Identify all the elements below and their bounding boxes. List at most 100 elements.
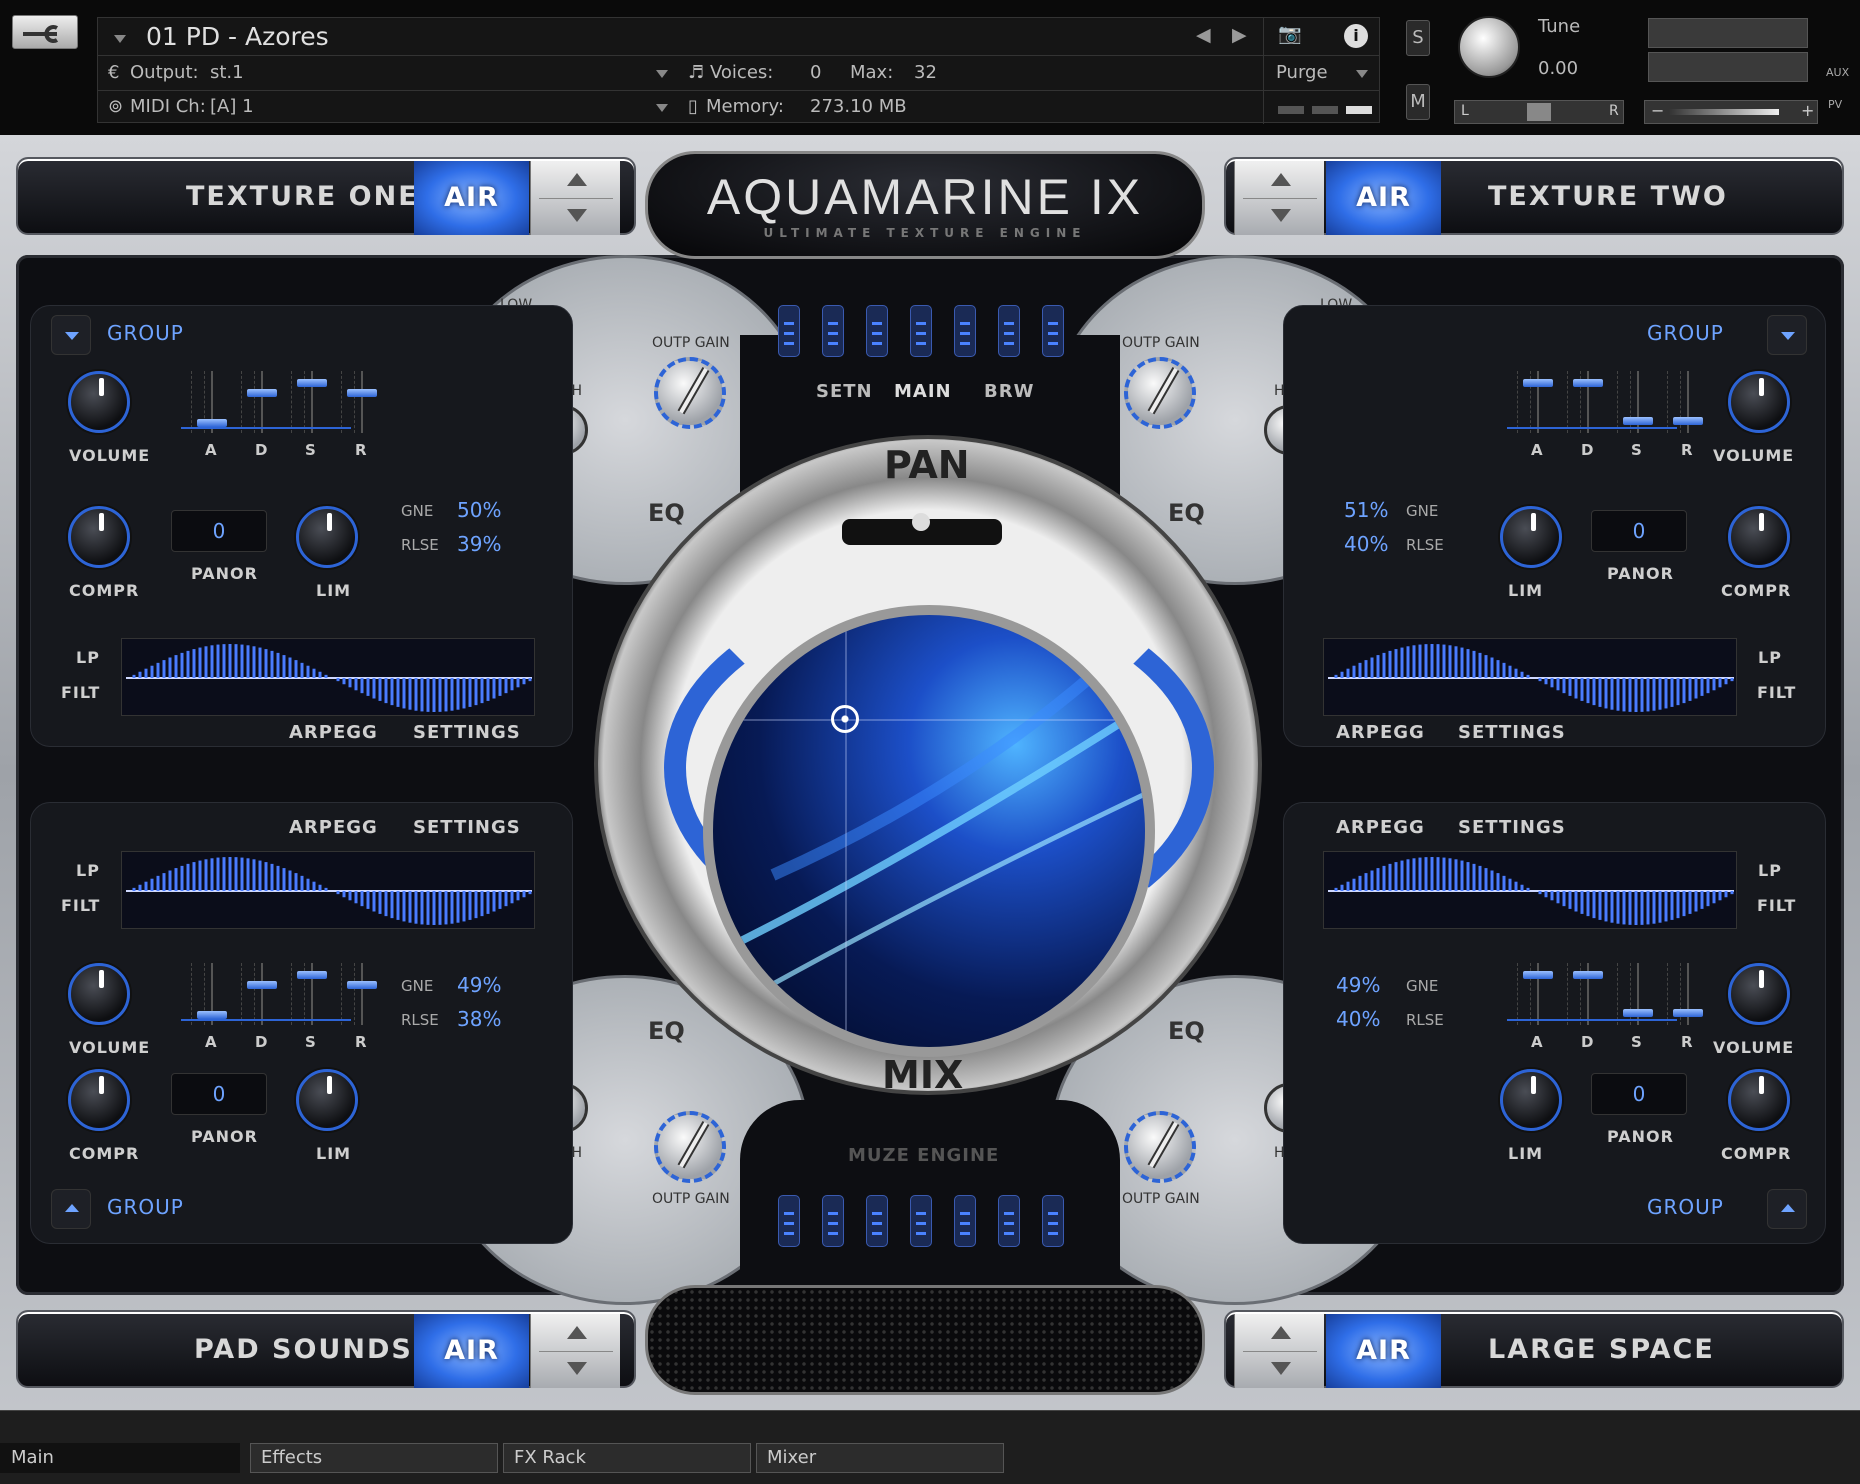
group-expand-icon[interactable]	[1767, 315, 1807, 355]
adsr-sliders[interactable]	[181, 963, 377, 1025]
filter-display[interactable]	[121, 851, 535, 929]
adsr-slider-cap[interactable]	[297, 379, 327, 387]
filter-display[interactable]	[1323, 851, 1737, 929]
tab-main[interactable]: Main	[0, 1443, 240, 1473]
tab-mixer[interactable]: Mixer	[756, 1443, 1004, 1473]
pan-slider-handle[interactable]	[912, 513, 930, 531]
camera-icon[interactable]: 📷	[1278, 22, 1302, 45]
adsr-slider-cap[interactable]	[1573, 971, 1603, 979]
air-button-bottom-left[interactable]: AIR	[414, 1314, 529, 1388]
instrument-name[interactable]: 01 PD - Azores	[146, 22, 329, 51]
volume-knob[interactable]	[68, 371, 130, 433]
brw-button[interactable]: BRW	[984, 381, 1034, 402]
group-collapse-icon[interactable]	[51, 1189, 91, 1229]
wrench-icon[interactable]	[12, 15, 78, 49]
adsr-slider-cap[interactable]	[197, 419, 227, 427]
adsr-slider-cap[interactable]	[1673, 1009, 1703, 1017]
outp-gain-knob[interactable]	[1124, 1111, 1196, 1183]
next-instrument-icon[interactable]: ▶	[1232, 24, 1247, 46]
compr-knob[interactable]	[1728, 506, 1790, 568]
outp-gain-knob[interactable]	[654, 1111, 726, 1183]
xy-crosshair-point[interactable]	[831, 705, 859, 733]
panor-display[interactable]: 0	[171, 1073, 267, 1115]
panor-display[interactable]: 0	[1591, 510, 1687, 552]
settings-button[interactable]: SETTINGS	[1458, 722, 1566, 743]
aux-label[interactable]: AUX	[1826, 66, 1849, 79]
texture-name-bottom-right[interactable]: LARGE SPACE	[1488, 1334, 1715, 1365]
adsr-slider-cap[interactable]	[1523, 379, 1553, 387]
adsr-slider-cap[interactable]	[1623, 1009, 1653, 1017]
compr-knob[interactable]	[68, 506, 130, 568]
adsr-sliders[interactable]	[1507, 371, 1703, 433]
texture-name-top-left[interactable]: TEXTURE ONE	[186, 181, 419, 212]
compr-knob[interactable]	[1728, 1069, 1790, 1131]
arpegg-button[interactable]: ARPEGG	[1336, 817, 1425, 838]
rlse-value[interactable]: 40%	[1336, 1007, 1380, 1031]
settings-button[interactable]: SETTINGS	[413, 722, 521, 743]
filter-display[interactable]	[121, 638, 535, 716]
max-value[interactable]: 32	[914, 62, 937, 83]
prev-instrument-icon[interactable]: ◀	[1196, 24, 1211, 46]
air-button-top-left[interactable]: AIR	[414, 161, 529, 235]
outp-gain-knob[interactable]	[654, 357, 726, 429]
arrow-down-icon[interactable]	[567, 1362, 587, 1375]
lim-knob[interactable]	[296, 1069, 358, 1131]
air-button-top-right[interactable]: AIR	[1326, 161, 1441, 235]
gne-value[interactable]: 51%	[1344, 498, 1388, 522]
texture-name-top-right[interactable]: TEXTURE TWO	[1488, 181, 1728, 212]
tab-fx-rack[interactable]: FX Rack	[503, 1443, 751, 1473]
outp-gain-knob[interactable]	[1124, 357, 1196, 429]
adsr-slider-cap[interactable]	[247, 981, 277, 989]
group-collapse-icon[interactable]	[1767, 1189, 1807, 1229]
pan-slider[interactable]: L R	[1454, 100, 1624, 124]
arrow-up-icon[interactable]	[1271, 173, 1291, 186]
adsr-slider-cap[interactable]	[1573, 379, 1603, 387]
volume-minus[interactable]: −	[1651, 101, 1664, 120]
volume-knob[interactable]	[68, 963, 130, 1025]
arrow-up-icon[interactable]	[567, 1326, 587, 1339]
arrow-down-icon[interactable]	[1271, 209, 1291, 222]
rlse-value[interactable]: 38%	[457, 1007, 501, 1031]
volume-knob[interactable]	[1728, 371, 1790, 433]
panor-display[interactable]: 0	[171, 510, 267, 552]
volume-slider[interactable]: − +	[1644, 100, 1818, 124]
adsr-slider-cap[interactable]	[1623, 417, 1653, 425]
lim-knob[interactable]	[296, 506, 358, 568]
output-value[interactable]: st.1	[210, 62, 244, 83]
adsr-slider-cap[interactable]	[347, 981, 377, 989]
adsr-slider-cap[interactable]	[247, 389, 277, 397]
mute-button[interactable]: M	[1406, 84, 1430, 120]
adsr-slider-cap[interactable]	[197, 1011, 227, 1019]
tune-knob[interactable]	[1458, 16, 1520, 78]
gne-value[interactable]: 49%	[457, 973, 501, 997]
volume-plus[interactable]: +	[1801, 101, 1814, 120]
gne-value[interactable]: 50%	[457, 498, 501, 522]
pv-label[interactable]: PV	[1828, 98, 1842, 111]
texture-name-bottom-left[interactable]: PAD SOUNDS	[194, 1334, 413, 1365]
arrow-down-icon[interactable]	[567, 209, 587, 222]
arrow-up-icon[interactable]	[567, 173, 587, 186]
panor-display[interactable]: 0	[1591, 1073, 1687, 1115]
filter-display[interactable]	[1323, 638, 1737, 716]
arpegg-button[interactable]: ARPEGG	[289, 722, 378, 743]
arrow-up-icon[interactable]	[1271, 1326, 1291, 1339]
arpegg-button[interactable]: ARPEGG	[1336, 722, 1425, 743]
setn-button[interactable]: SETN	[816, 381, 873, 402]
settings-button[interactable]: SETTINGS	[413, 817, 521, 838]
settings-button[interactable]: SETTINGS	[1458, 817, 1566, 838]
xy-display[interactable]	[703, 605, 1155, 1057]
solo-button[interactable]: S	[1406, 20, 1430, 56]
adsr-sliders[interactable]	[181, 371, 377, 433]
lim-knob[interactable]	[1500, 506, 1562, 568]
group-expand-icon[interactable]	[51, 315, 91, 355]
compr-knob[interactable]	[68, 1069, 130, 1131]
arpegg-button[interactable]: ARPEGG	[289, 817, 378, 838]
adsr-sliders[interactable]	[1507, 963, 1703, 1025]
midi-value[interactable]: [A] 1	[210, 96, 254, 117]
adsr-slider-cap[interactable]	[347, 389, 377, 397]
purge-button[interactable]: Purge	[1276, 62, 1328, 83]
rlse-value[interactable]: 39%	[457, 532, 501, 556]
gne-value[interactable]: 49%	[1336, 973, 1380, 997]
adsr-slider-cap[interactable]	[297, 971, 327, 979]
volume-knob[interactable]	[1728, 963, 1790, 1025]
